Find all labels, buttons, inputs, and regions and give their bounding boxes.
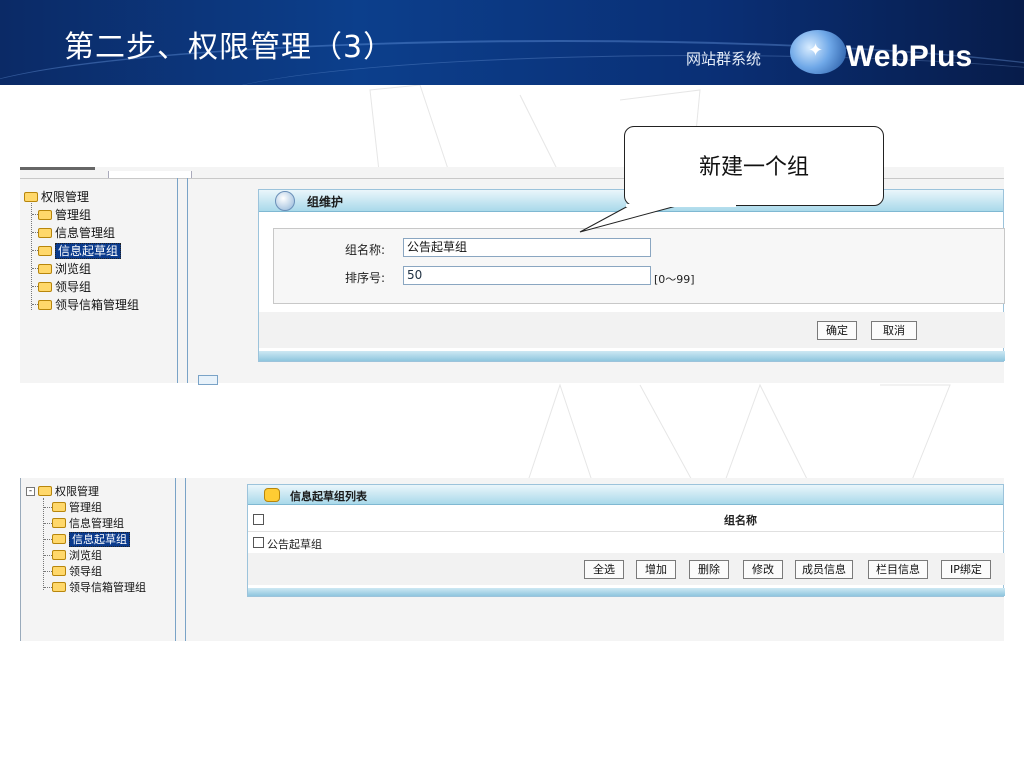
folder-icon [38, 300, 52, 310]
slide-title: 第二步、权限管理（3） [64, 30, 395, 65]
column-header-group-name: 组名称 [724, 514, 757, 527]
callout-text: 新建一个组 [698, 155, 809, 180]
cancel-button[interactable]: 取消 [871, 321, 917, 340]
group-list-box: 信息起草组列表 组名称 公告起草组 全选 增加 删除 修改 成员信息 栏目信息 … [247, 484, 1005, 597]
tree-item-info-manage[interactable]: 信息管理组 [52, 516, 124, 532]
folder-icon [52, 582, 66, 592]
group-name-label: 组名称: [345, 243, 386, 257]
select-all-checkbox[interactable] [253, 514, 264, 525]
folder-icon [264, 488, 280, 502]
screenshot-group-list: - 权限管理 管理组 信息管理组 信息起草组 浏览组 领导组 领导信箱管理组 信… [20, 478, 1005, 641]
folder-icon [38, 228, 52, 238]
confirm-button[interactable]: 确定 [817, 321, 857, 340]
table-row[interactable]: 公告起草组 [267, 536, 322, 552]
add-button[interactable]: 增加 [636, 560, 676, 579]
tree-item-browse[interactable]: 浏览组 [52, 548, 102, 564]
group-edit-title: 组维护 [307, 195, 344, 209]
folder-icon [38, 264, 52, 274]
tool-icon [275, 191, 295, 211]
group-list-header: 信息起草组列表 [248, 485, 1003, 505]
collapse-handle[interactable] [198, 375, 218, 385]
folder-icon [52, 502, 66, 512]
callout-bubble: 新建一个组 [624, 126, 884, 206]
splitter[interactable] [175, 478, 176, 641]
permission-tree: - 权限管理 管理组 信息管理组 信息起草组 浏览组 领导组 领导信箱管理组 [26, 484, 176, 604]
folder-icon [24, 192, 38, 202]
tree-item-admin[interactable]: 管理组 [38, 207, 91, 223]
tree-item-leader-mailbox[interactable]: 领导信箱管理组 [52, 580, 146, 596]
order-hint: [0～99] [654, 273, 695, 286]
tree-root[interactable]: 权限管理 [38, 484, 99, 500]
folder-icon [52, 550, 66, 560]
tree-item-info-manage[interactable]: 信息管理组 [38, 225, 115, 241]
brand-subtitle: 网站群系统 [686, 50, 762, 68]
delete-button[interactable]: 删除 [689, 560, 729, 579]
tree-item-browse[interactable]: 浏览组 [38, 261, 91, 277]
group-list-title: 信息起草组列表 [290, 490, 367, 503]
row-checkbox[interactable] [253, 537, 264, 548]
tree-item-info-draft[interactable]: 信息起草组 [38, 243, 122, 259]
collapse-toggle[interactable]: - [26, 487, 35, 496]
tree-item-admin[interactable]: 管理组 [52, 500, 102, 516]
slide-header: 第二步、权限管理（3） 网站群系统 ✦ WebPlus [0, 0, 1024, 85]
folder-icon [52, 518, 66, 528]
tree-item-leader-mailbox[interactable]: 领导信箱管理组 [38, 297, 139, 313]
globe-icon: ✦ [790, 30, 846, 74]
group-name-input[interactable]: 公告起草组 [403, 238, 651, 257]
edit-button[interactable]: 修改 [743, 560, 783, 579]
tree-root[interactable]: 权限管理 [24, 189, 89, 205]
splitter[interactable] [187, 178, 188, 383]
folder-icon [38, 246, 52, 256]
tab-strip [20, 167, 95, 170]
folder-icon [38, 282, 52, 292]
splitter[interactable] [177, 178, 178, 383]
tree-item-info-draft[interactable]: 信息起草组 [52, 532, 130, 548]
folder-icon [52, 566, 66, 576]
select-all-button[interactable]: 全选 [584, 560, 624, 579]
folder-icon [52, 534, 66, 544]
ip-bind-button[interactable]: IP绑定 [941, 560, 991, 579]
brand-logo: WebPlus [846, 40, 973, 73]
columns-button[interactable]: 栏目信息 [868, 560, 928, 579]
permission-tree: 权限管理 管理组 信息管理组 信息起草组 浏览组 领导组 领导信箱管理组 [24, 189, 174, 312]
order-input[interactable]: 50 [403, 266, 651, 285]
tree-item-leader[interactable]: 领导组 [38, 279, 91, 295]
splitter[interactable] [185, 478, 186, 641]
members-button[interactable]: 成员信息 [795, 560, 853, 579]
order-label: 排序号: [345, 271, 386, 285]
tree-item-leader[interactable]: 领导组 [52, 564, 102, 580]
folder-icon [38, 210, 52, 220]
folder-icon [38, 486, 52, 496]
